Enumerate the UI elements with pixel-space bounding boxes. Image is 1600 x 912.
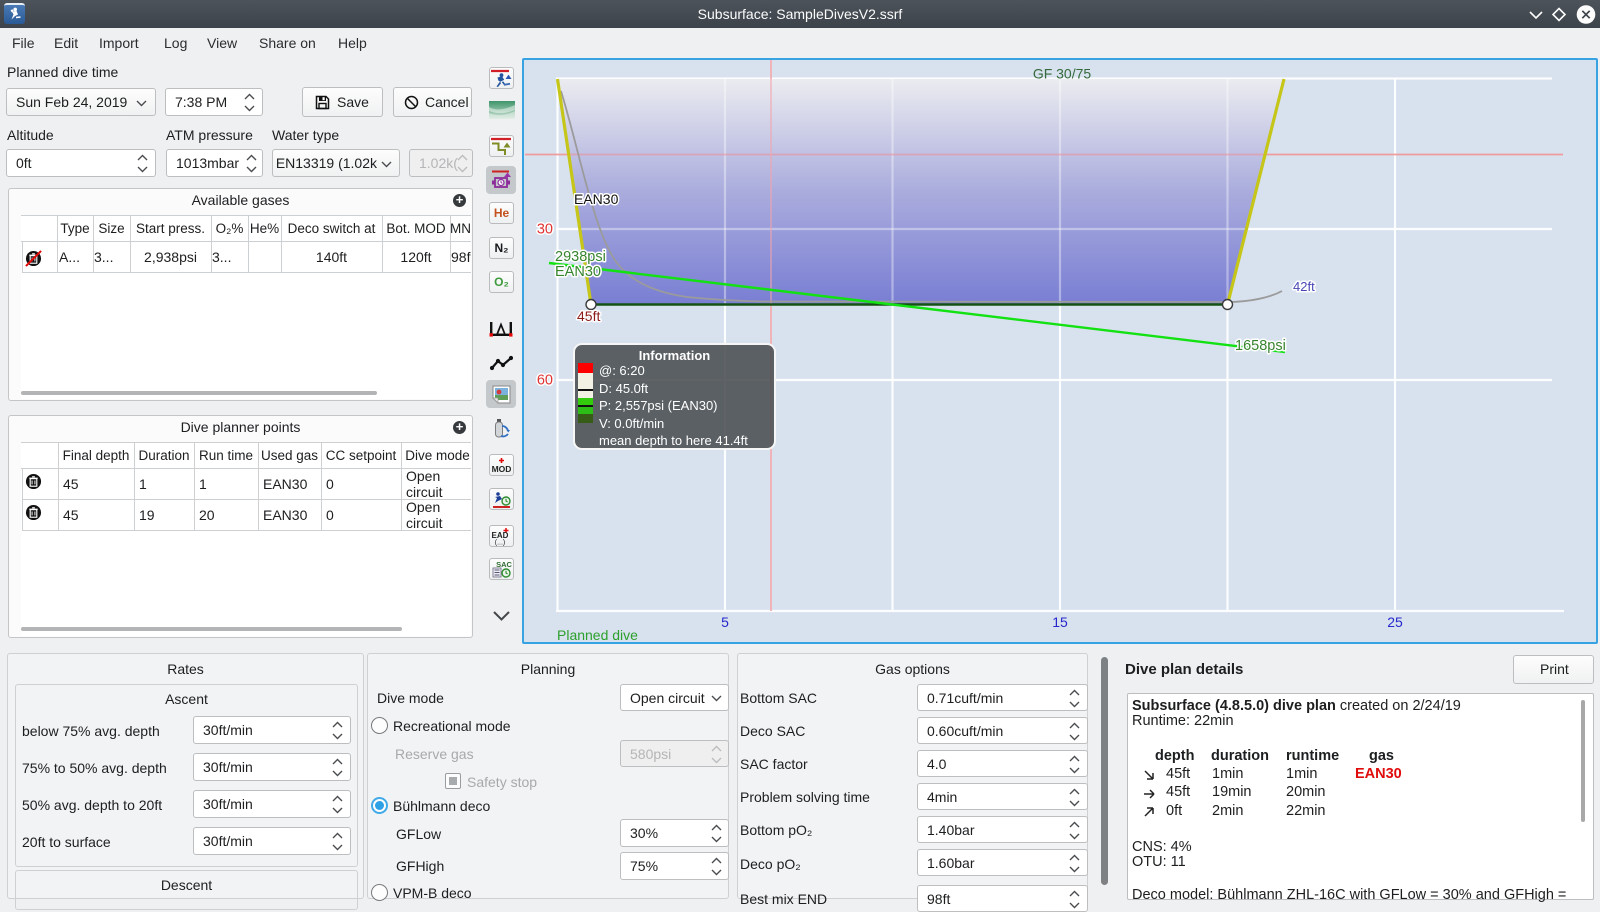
svg-text:45ft: 45ft [577,308,600,324]
svg-text:60: 60 [537,373,553,389]
svg-text:2938psi: 2938psi [555,249,606,265]
svg-text:15: 15 [1052,614,1068,630]
svg-text:1658psi: 1658psi [1235,338,1286,354]
svg-text:5: 5 [721,614,729,630]
svg-text:EAN30: EAN30 [574,191,619,207]
svg-text:EAN30: EAN30 [555,264,601,280]
svg-text:25: 25 [1387,614,1403,630]
svg-text:(...): (...) [495,540,506,547]
svg-text:42ft: 42ft [1293,279,1315,294]
svg-text:Planned dive: Planned dive [557,627,638,643]
svg-text:MOD: MOD [492,464,512,474]
svg-text:30: 30 [537,222,553,238]
svg-text:GF 30/75: GF 30/75 [1033,66,1092,82]
